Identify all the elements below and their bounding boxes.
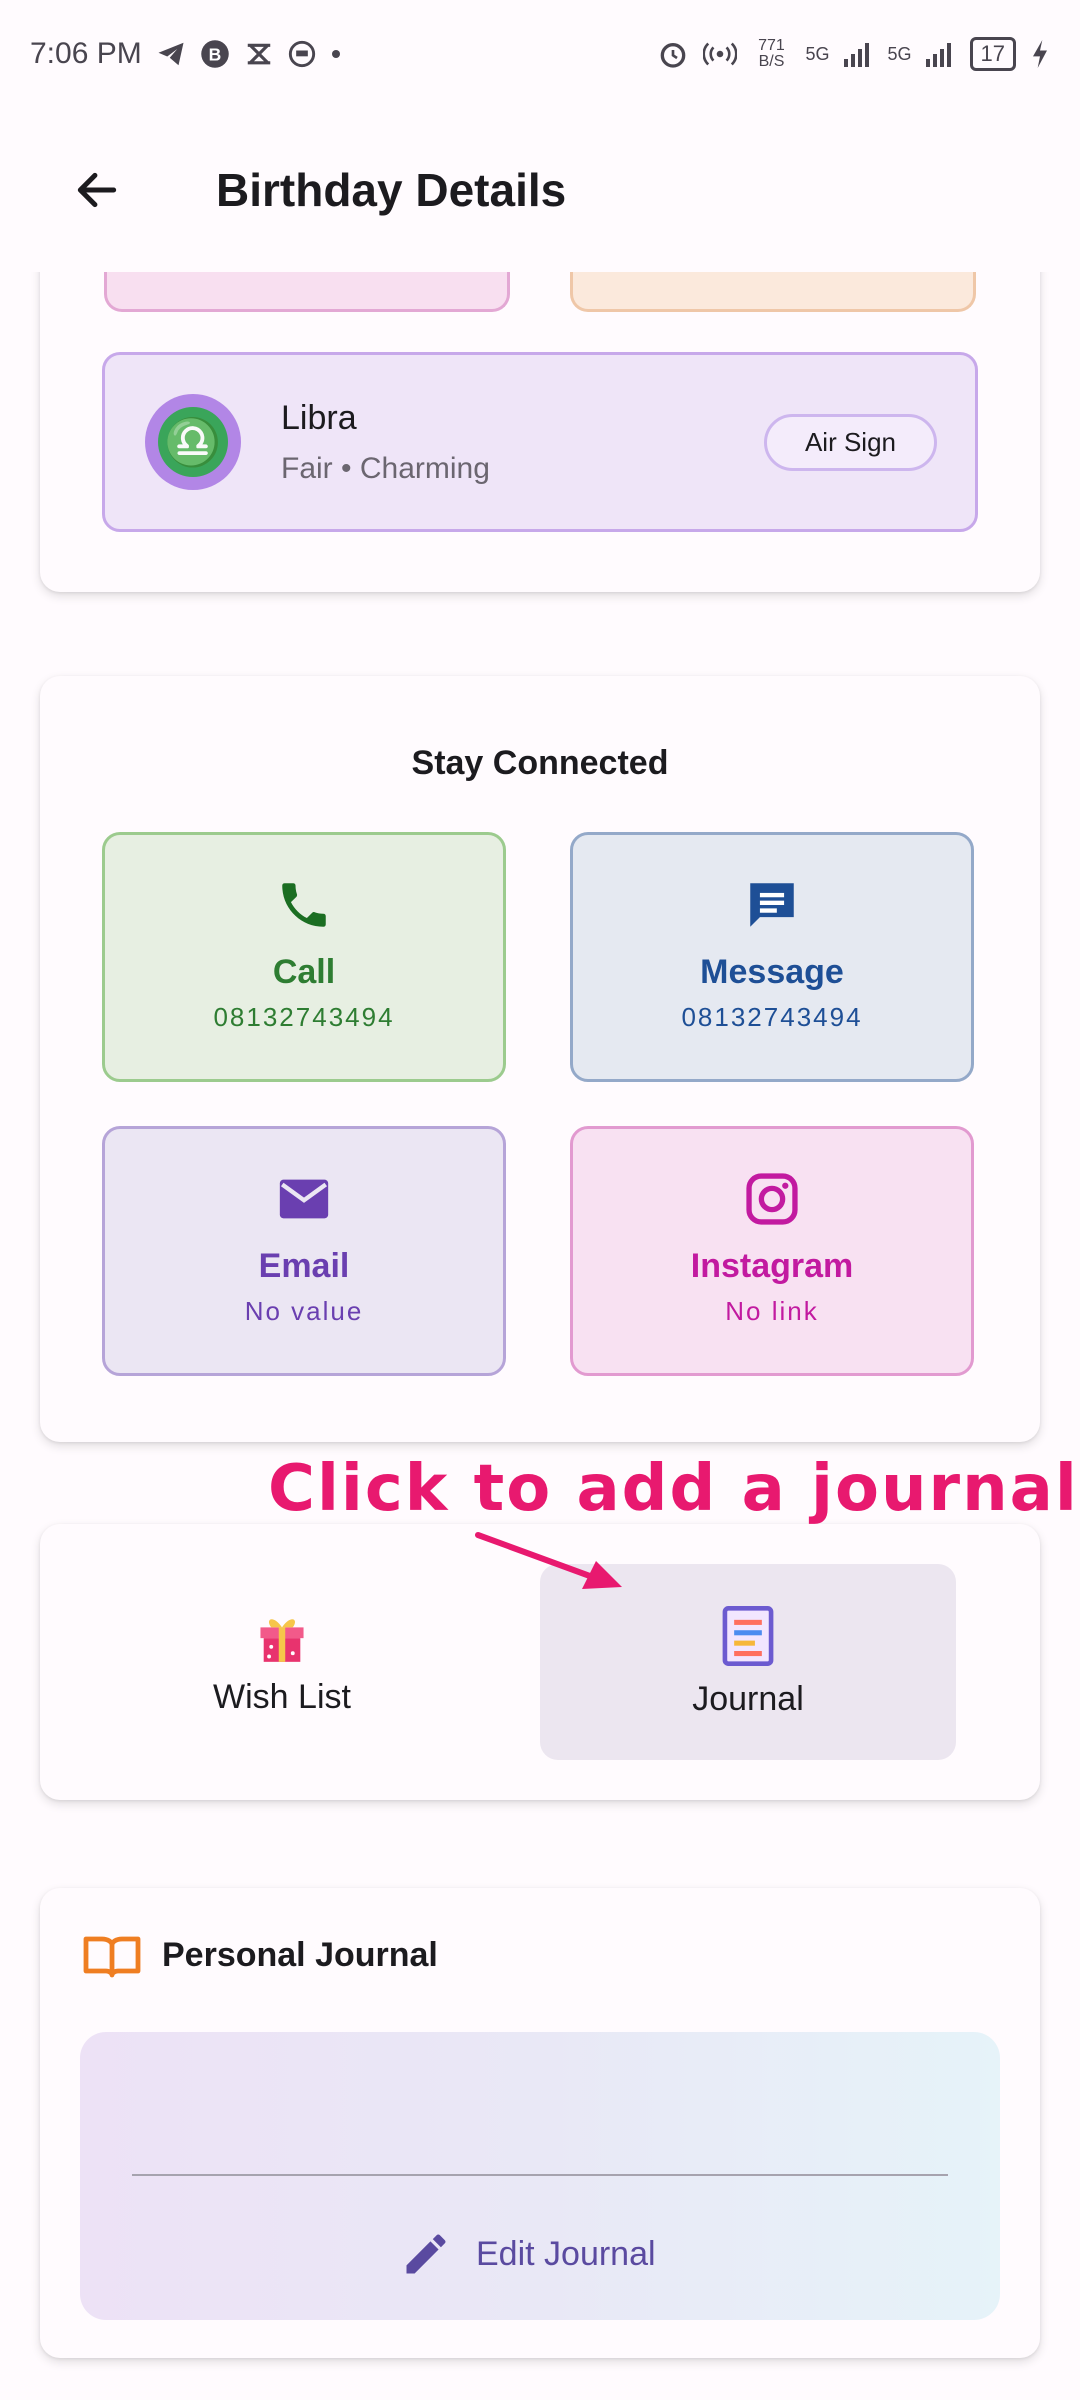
- signal-label-1: 5G: [805, 43, 830, 64]
- email-tile[interactable]: Email No value: [102, 1126, 506, 1376]
- status-time: 7:06 PM: [30, 37, 142, 70]
- status-bar: 7:06 PM B 771 B/S 5G 5G 17: [0, 0, 1080, 108]
- stay-connected-card: Stay Connected Call 08132743494 Message …: [40, 676, 1040, 1442]
- hotspot-icon: [703, 38, 738, 70]
- tile-label: Instagram: [690, 1247, 854, 1285]
- content-scroll[interactable]: ♎ Libra Fair • Charming Air Sign Stay Co…: [0, 272, 1080, 2400]
- battery-icon: 17: [969, 37, 1016, 71]
- zodiac-traits: Fair • Charming: [281, 451, 490, 485]
- tile-label: Message: [700, 953, 844, 991]
- book-open-icon: [83, 1936, 141, 1978]
- journal-content[interactable]: Edit Journal: [80, 2032, 1000, 2320]
- zodiac-name: Libra: [281, 398, 357, 437]
- back-button[interactable]: [52, 145, 142, 235]
- tile-label: Email: [258, 1247, 350, 1285]
- alarm-icon: [657, 38, 689, 70]
- divider: [132, 2174, 948, 2176]
- instagram-icon: [743, 1169, 801, 1229]
- svg-text:B: B: [208, 44, 221, 64]
- tab-wish-list[interactable]: Wish List: [74, 1564, 490, 1760]
- app-bar: Birthday Details: [0, 108, 1080, 272]
- tile-value: No link: [725, 1296, 819, 1326]
- zodiac-card: ♎ Libra Fair • Charming Air Sign: [40, 272, 1040, 592]
- bitcoin-icon: B: [200, 39, 230, 69]
- telegram-icon: [156, 39, 186, 69]
- libra-icon: ♎: [145, 394, 241, 490]
- signal-label-2: 5G: [887, 43, 912, 64]
- signal-icon: [843, 41, 874, 67]
- message-tile[interactable]: Message 08132743494: [570, 832, 974, 1082]
- tab-label: Journal: [692, 1679, 804, 1718]
- phone-icon: [275, 875, 333, 935]
- tile-label: Call: [272, 953, 336, 991]
- annotation-arrow-icon: [475, 1532, 622, 1589]
- edit-journal-button[interactable]: Edit Journal: [400, 2228, 656, 2280]
- app-icon: [244, 39, 274, 69]
- clipped-tile: [104, 272, 510, 312]
- personal-journal-card: Personal Journal Edit Journal: [40, 1888, 1040, 2358]
- journal-icon: [722, 1605, 774, 1666]
- arrow-back-icon: [77, 172, 117, 208]
- section-title: Stay Connected: [411, 744, 669, 782]
- signal-icon-2: [925, 41, 956, 67]
- clipped-tile: [570, 272, 976, 312]
- tab-label: Wish List: [213, 1677, 351, 1716]
- notification-icon: [288, 40, 316, 68]
- edit-journal-label: Edit Journal: [476, 2234, 656, 2273]
- net-speed: 771 B/S: [758, 37, 785, 70]
- section-title: Personal Journal: [162, 1935, 438, 1974]
- annotation-text: Click to add a journal: [268, 1452, 1079, 1526]
- more-dot-icon: [330, 48, 342, 60]
- zodiac-row: ♎ Libra Fair • Charming Air Sign: [102, 352, 978, 532]
- charging-icon: [1030, 40, 1050, 68]
- mail-icon: [275, 1169, 333, 1229]
- tile-value: 08132743494: [213, 1002, 395, 1032]
- tile-value: No value: [244, 1296, 364, 1326]
- tile-value: 08132743494: [681, 1002, 863, 1032]
- message-icon: [743, 875, 801, 935]
- instagram-tile[interactable]: Instagram No link: [570, 1126, 974, 1376]
- call-tile[interactable]: Call 08132743494: [102, 832, 506, 1082]
- element-badge: Air Sign: [763, 413, 937, 471]
- pencil-icon: [406, 2234, 446, 2274]
- page-title: Birthday Details: [216, 164, 567, 216]
- gift-icon: [260, 1618, 304, 1662]
